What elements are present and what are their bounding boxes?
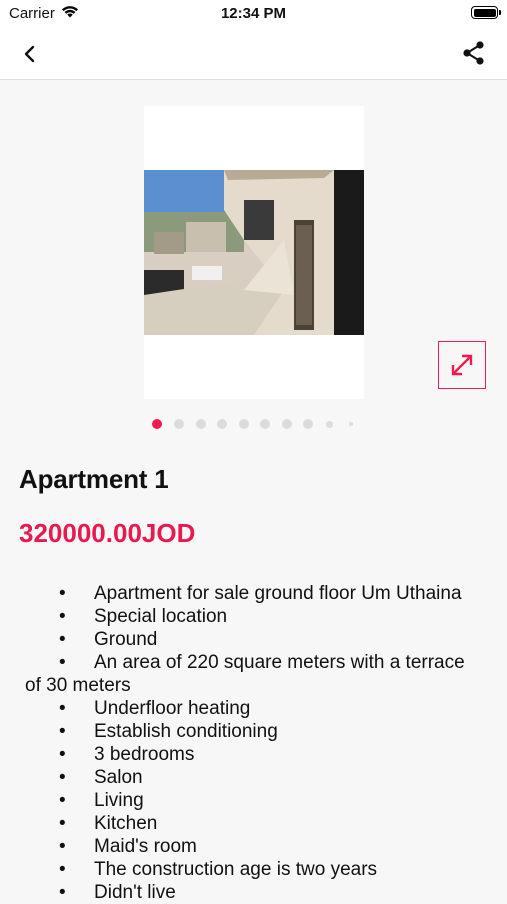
- list-item: • Special location: [59, 606, 228, 627]
- page-dot[interactable]: [217, 419, 227, 429]
- property-price: 320000.00JOD: [19, 518, 196, 548]
- list-item: • Salon: [59, 767, 143, 788]
- property-title: Apartment 1: [19, 464, 169, 494]
- gallery-page-indicator: [0, 418, 507, 430]
- share-button[interactable]: [459, 38, 489, 68]
- share-icon: [463, 41, 484, 65]
- list-item: • Didn't live: [59, 882, 176, 903]
- list-item: • Establish conditioning: [59, 721, 278, 742]
- expand-image-button[interactable]: [438, 341, 486, 389]
- list-item: • Living: [59, 790, 144, 811]
- list-item: • The construction age is two years: [59, 859, 378, 880]
- property-photo[interactable]: [144, 170, 364, 335]
- page-dot[interactable]: [196, 419, 206, 429]
- page-dot[interactable]: [326, 420, 333, 428]
- expand-arrows-icon: [451, 354, 473, 376]
- page-dot[interactable]: [282, 419, 292, 429]
- list-item: • Apartment for sale ground floor Um Utha…: [59, 583, 462, 604]
- list-item: • 3 bedrooms: [59, 744, 195, 765]
- navigation-bar: [0, 28, 507, 80]
- page-dot[interactable]: [174, 419, 184, 429]
- page-dot[interactable]: [303, 419, 313, 429]
- page-dot[interactable]: [349, 422, 353, 426]
- list-item: • Kitchen: [59, 813, 158, 834]
- page-dot[interactable]: [260, 419, 270, 429]
- clock-time: 12:34 PM: [220, 5, 287, 22]
- status-bar: Carrier 12:34 PM: [0, 0, 507, 28]
- list-item: • Underfloor heating: [59, 698, 251, 719]
- property-image-gallery[interactable]: [144, 106, 364, 399]
- back-button[interactable]: [16, 40, 44, 68]
- list-item: • An area of 220 square meters with a ter…: [25, 652, 465, 696]
- battery-icon: [471, 6, 501, 19]
- list-item: • Ground: [59, 629, 158, 650]
- chevron-left-icon: [24, 45, 35, 63]
- list-item: • Maid's room: [59, 836, 197, 857]
- page-dot-active[interactable]: [152, 419, 162, 429]
- property-description: • Apartment for sale ground floor Um Utha…: [25, 582, 500, 904]
- page-dot[interactable]: [239, 419, 249, 429]
